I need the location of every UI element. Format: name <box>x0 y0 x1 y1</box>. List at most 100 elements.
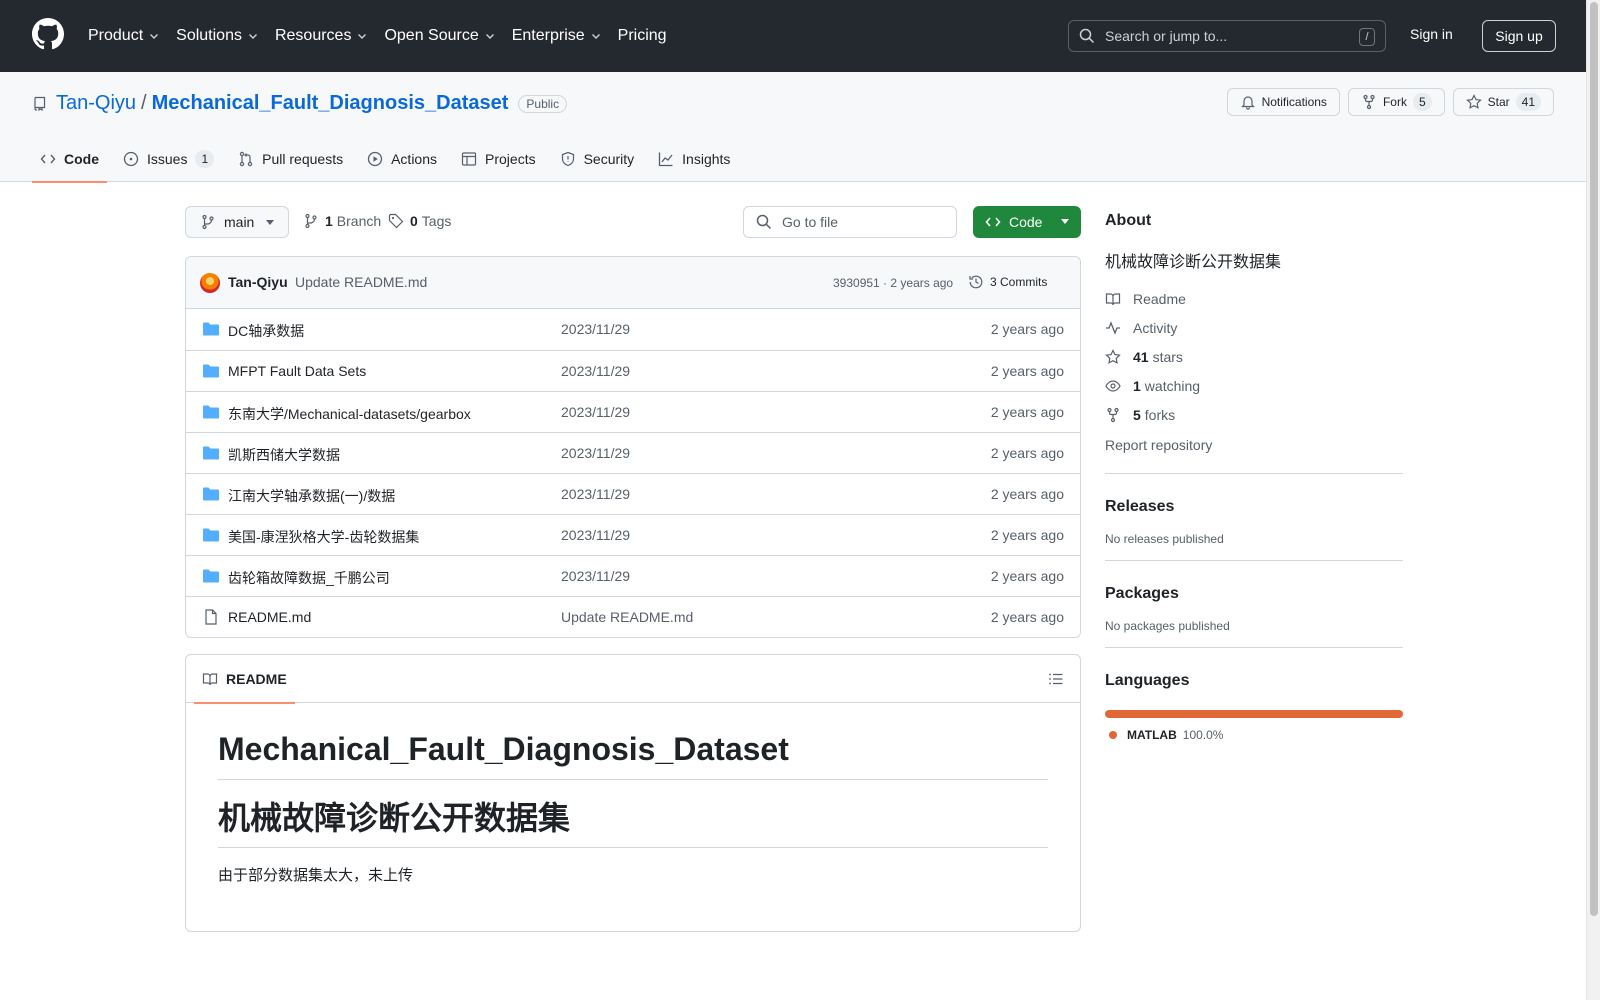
nav-pricing[interactable]: Pricing <box>618 27 667 45</box>
commits-history-link[interactable]: 3 Commits <box>968 274 1047 290</box>
file-commit-message[interactable]: 2023/11/29 <box>561 445 630 461</box>
report-repository-link[interactable]: Report repository <box>1105 431 1403 459</box>
nav-label: Open Source <box>384 27 479 44</box>
nav-open-source[interactable]: Open Source <box>384 27 495 45</box>
tab-label: Pull requests <box>262 151 344 167</box>
releases-empty-text: No releases published <box>1105 532 1224 546</box>
tab-code[interactable]: Code <box>32 136 107 183</box>
chevron-down-icon <box>591 34 600 39</box>
file-commit-message[interactable]: Update README.md <box>561 609 693 625</box>
language-item[interactable]: MATLAB 100.0% <box>1105 728 1403 742</box>
nav-resources[interactable]: Resources <box>275 27 368 45</box>
stars-link[interactable]: 41 stars <box>1105 342 1403 371</box>
readme-link[interactable]: Readme <box>1105 284 1403 313</box>
activity-link[interactable]: Activity <box>1105 313 1403 342</box>
folder-icon <box>203 528 219 542</box>
list-outline-icon[interactable] <box>1048 671 1064 687</box>
code-dropdown-button[interactable]: Code <box>973 206 1081 238</box>
nav-product[interactable]: Product <box>88 27 160 45</box>
commit-author-link[interactable]: Tan-Qiyu <box>228 274 288 290</box>
nav-enterprise[interactable]: Enterprise <box>512 27 602 45</box>
watching-label: watching <box>1144 377 1201 394</box>
file-name-link[interactable]: MFPT Fault Data Sets <box>228 363 366 379</box>
tab-projects[interactable]: Projects <box>453 136 544 182</box>
file-commit-message[interactable]: 2023/11/29 <box>561 527 630 543</box>
table-row[interactable]: 美国-康涅狄格大学-齿轮数据集 2023/11/29 2 years ago <box>186 514 1080 555</box>
branches-link[interactable]: 1 Branch <box>303 213 381 229</box>
book-icon <box>202 673 218 686</box>
nav-label: Resources <box>274 27 352 44</box>
folder-icon <box>203 446 219 460</box>
file-commit-message[interactable]: 2023/11/29 <box>561 486 630 502</box>
file-browser: Tan-Qiyu Update README.md 3930951 · 2 ye… <box>185 256 1081 638</box>
repo-name-link[interactable]: Mechanical_Fault_Diagnosis_Dataset <box>152 92 509 115</box>
file-commit-message[interactable]: 2023/11/29 <box>561 321 630 337</box>
file-list: DC轴承数据 2023/11/29 2 years ago MFPT Fault… <box>186 309 1080 637</box>
page-scrollbar[interactable] <box>1586 0 1600 1000</box>
fork-button[interactable]: Fork 5 <box>1347 88 1445 116</box>
readme-tab[interactable]: README <box>194 655 295 704</box>
forks-count: 5 <box>1133 406 1141 423</box>
file-commit-message[interactable]: 2023/11/29 <box>561 404 630 420</box>
table-row[interactable]: 江南大学轴承数据(一)/数据 2023/11/29 2 years ago <box>186 473 1080 514</box>
tab-actions[interactable]: Actions <box>359 136 445 182</box>
file-age: 2 years ago <box>990 321 1064 337</box>
tab-insights[interactable]: Insights <box>650 136 738 182</box>
sign-up-button[interactable]: Sign up <box>1482 20 1556 52</box>
file-name-link[interactable]: DC轴承数据 <box>228 321 304 341</box>
global-search-input[interactable]: Search or jump to... / <box>1068 20 1386 52</box>
file-age: 2 years ago <box>990 404 1064 420</box>
scrollbar-thumb[interactable] <box>1590 2 1598 916</box>
table-row[interactable]: DC轴承数据 2023/11/29 2 years ago <box>186 309 1080 350</box>
packages-title[interactable]: Packages <box>1105 585 1403 603</box>
github-logo-icon[interactable] <box>32 18 64 50</box>
file-commit-message[interactable]: 2023/11/29 <box>561 363 630 379</box>
forks-link[interactable]: 5 forks <box>1105 400 1403 429</box>
watching-link[interactable]: 1 watching <box>1105 371 1403 400</box>
commit-hash-time[interactable]: 3930951 · 2 years ago <box>833 276 953 290</box>
caret-down-icon <box>266 220 274 225</box>
table-row[interactable]: 齿轮箱故障数据_千鹏公司 2023/11/29 2 years ago <box>186 555 1080 596</box>
file-name-link[interactable]: 江南大学轴承数据(一)/数据 <box>228 486 395 506</box>
file-name-link[interactable]: 东南大学/Mechanical-datasets/gearbox <box>228 404 471 424</box>
file-navigation: main 1 Branch 0 Tags Go to file Code <box>185 206 1081 238</box>
issues-count: 1 <box>195 150 215 168</box>
repo-header: Tan-Qiyu / Mechanical_Fault_Diagnosis_Da… <box>0 72 1586 183</box>
tab-issues[interactable]: Issues 1 <box>115 136 222 182</box>
file-name-link[interactable]: 齿轮箱故障数据_千鹏公司 <box>228 568 390 588</box>
go-to-file-input[interactable]: Go to file <box>743 206 957 238</box>
shield-icon <box>561 151 574 167</box>
repo-owner-link[interactable]: Tan-Qiyu <box>56 92 136 115</box>
notifications-label: Notifications <box>1261 95 1327 109</box>
file-name-link[interactable]: 美国-康涅狄格大学-齿轮数据集 <box>228 527 419 547</box>
chevron-down-icon <box>485 34 494 39</box>
readme-content: Mechanical_Fault_Diagnosis_Dataset 机械故障诊… <box>186 703 1080 885</box>
repo-title: Tan-Qiyu / Mechanical_Fault_Diagnosis_Da… <box>32 92 568 115</box>
notifications-button[interactable]: Notifications <box>1226 88 1340 116</box>
avatar[interactable] <box>200 273 220 293</box>
repo-actions: Notifications Fork 5 Star 41 <box>1226 88 1554 116</box>
global-nav: Product Solutions Resources Open Source … <box>88 0 683 72</box>
file-commit-message[interactable]: 2023/11/29 <box>561 568 630 584</box>
branch-select-button[interactable]: main <box>185 206 289 238</box>
sign-in-link[interactable]: Sign in <box>1410 26 1453 42</box>
table-row[interactable]: 凯斯西储大学数据 2023/11/29 2 years ago <box>186 432 1080 473</box>
star-button[interactable]: Star 41 <box>1452 88 1554 116</box>
file-name-link[interactable]: README.md <box>228 609 311 625</box>
nav-solutions[interactable]: Solutions <box>176 27 259 45</box>
repo-sidebar: About 机械故障诊断公开数据集 Readme Activity 41 star… <box>1105 206 1403 742</box>
tab-pull-requests[interactable]: Pull requests <box>230 136 351 182</box>
table-row[interactable]: README.md Update README.md 2 years ago <box>186 596 1080 637</box>
file-age: 2 years ago <box>990 568 1064 584</box>
table-row[interactable]: MFPT Fault Data Sets 2023/11/29 2 years … <box>186 350 1080 391</box>
tag-count: 0 <box>410 213 418 229</box>
file-name-link[interactable]: 凯斯西储大学数据 <box>228 445 340 465</box>
tab-security[interactable]: Security <box>552 136 643 182</box>
tab-label: Code <box>64 151 99 167</box>
tags-link[interactable]: 0 Tags <box>388 213 451 229</box>
releases-title[interactable]: Releases <box>1105 498 1403 516</box>
commit-message-link[interactable]: Update README.md <box>295 274 427 290</box>
table-row[interactable]: 东南大学/Mechanical-datasets/gearbox 2023/11… <box>186 391 1080 432</box>
folder-icon <box>203 569 219 583</box>
repo-tabs: Code Issues 1 Pull requests Actions Proj… <box>32 136 746 183</box>
